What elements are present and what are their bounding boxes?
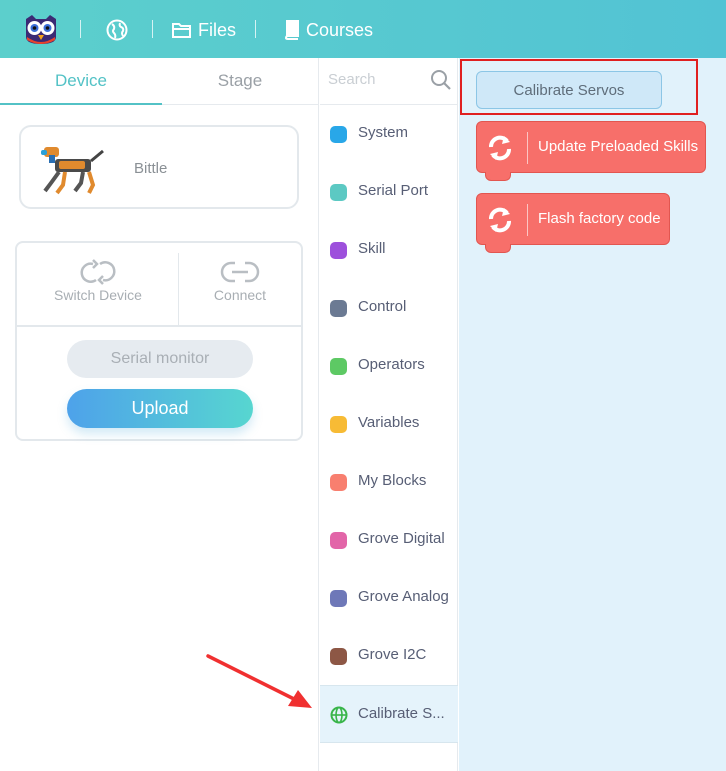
category-item[interactable]: Skill <box>320 221 458 279</box>
panel-tabs: Device Stage <box>0 58 319 105</box>
category-item[interactable]: Calibrate S... <box>320 685 458 743</box>
category-color-dot <box>330 184 347 201</box>
category-label: Variables <box>358 414 420 431</box>
category-item[interactable]: Grove I2C <box>320 627 458 685</box>
search-icon[interactable] <box>430 69 452 91</box>
upload-button[interactable]: Upload <box>67 389 253 428</box>
files-label: Files <box>198 19 237 40</box>
language-globe-icon[interactable] <box>106 19 128 41</box>
category-label: My Blocks <box>358 472 427 489</box>
category-item[interactable]: Control <box>320 279 458 337</box>
tab-device[interactable]: Device <box>0 58 162 105</box>
category-item[interactable]: Variables <box>320 395 458 453</box>
device-name: Bittle <box>134 160 168 177</box>
files-menu[interactable]: Files <box>172 19 236 41</box>
category-color-dot <box>330 648 347 665</box>
courses-menu[interactable]: Courses <box>284 19 373 41</box>
update-preloaded-skills-block[interactable]: Update Preloaded Skills <box>476 121 706 181</box>
category-label: Skill <box>358 240 386 257</box>
block-label: Flash factory code <box>538 210 661 227</box>
category-item[interactable]: System <box>320 105 458 163</box>
globe-icon <box>330 706 348 724</box>
category-color-dot <box>330 242 347 259</box>
category-label: System <box>358 124 409 141</box>
divider <box>527 132 528 164</box>
category-item[interactable]: Serial Port <box>320 163 458 221</box>
connect-label: Connect <box>213 287 267 303</box>
switch-device-label: Switch Device <box>54 287 142 303</box>
block-label: Update Preloaded Skills <box>538 138 699 155</box>
category-color-dot <box>330 126 347 143</box>
search-box[interactable]: Search <box>320 58 458 105</box>
owl-logo-icon[interactable] <box>22 13 60 45</box>
topbar-divider <box>80 20 81 38</box>
block-notch <box>485 172 511 181</box>
topbar-divider <box>152 20 153 38</box>
category-color-dot <box>330 300 347 317</box>
category-color-dot <box>330 358 347 375</box>
divider <box>527 204 528 236</box>
category-label: Control <box>358 298 407 315</box>
category-item[interactable]: My Blocks <box>320 453 458 511</box>
category-label: Grove I2C <box>358 646 427 663</box>
category-panel: Search System Serial Port Skill Control Oper… <box>320 58 458 771</box>
connect-button[interactable]: Connect <box>165 259 315 303</box>
switch-device-button[interactable]: Switch Device <box>23 259 173 303</box>
topbar-divider <box>255 20 256 38</box>
tab-stage[interactable]: Stage <box>160 58 320 105</box>
search-placeholder: Search <box>328 71 376 88</box>
switch-icon <box>80 259 116 285</box>
block-notch <box>485 244 511 253</box>
courses-label: Courses <box>306 19 374 40</box>
category-color-dot <box>330 532 347 549</box>
category-color-dot <box>330 590 347 607</box>
folder-icon <box>172 23 191 38</box>
book-icon <box>284 20 299 40</box>
category-color-dot <box>330 474 347 491</box>
category-label: Serial Port <box>358 182 429 199</box>
category-item[interactable]: Grove Analog <box>320 569 458 627</box>
refresh-icon <box>489 207 511 233</box>
category-item[interactable]: Grove Digital <box>320 511 458 569</box>
device-panel: Device Stage Bittle Switch Device Connec… <box>0 58 319 771</box>
category-label: Operators <box>358 356 425 373</box>
category-label: Grove Digital <box>358 530 445 547</box>
device-card[interactable]: Bittle <box>19 125 299 209</box>
flash-factory-code-block[interactable]: Flash factory code <box>476 193 670 253</box>
serial-monitor-button[interactable]: Serial monitor <box>67 340 253 378</box>
connection-card: Switch Device Connect Serial monitor Upl… <box>15 241 303 441</box>
link-icon <box>220 261 260 283</box>
category-label: Calibrate S... <box>358 705 445 722</box>
category-item[interactable]: Operators <box>320 337 458 395</box>
divider <box>17 325 301 327</box>
calibrate-servos-button[interactable]: Calibrate Servos <box>476 71 662 109</box>
category-color-dot <box>330 416 347 433</box>
refresh-icon <box>489 135 511 161</box>
category-label: Grove Analog <box>358 588 449 605</box>
top-bar: Files Courses <box>0 0 726 58</box>
bittle-robot-image <box>41 147 104 195</box>
